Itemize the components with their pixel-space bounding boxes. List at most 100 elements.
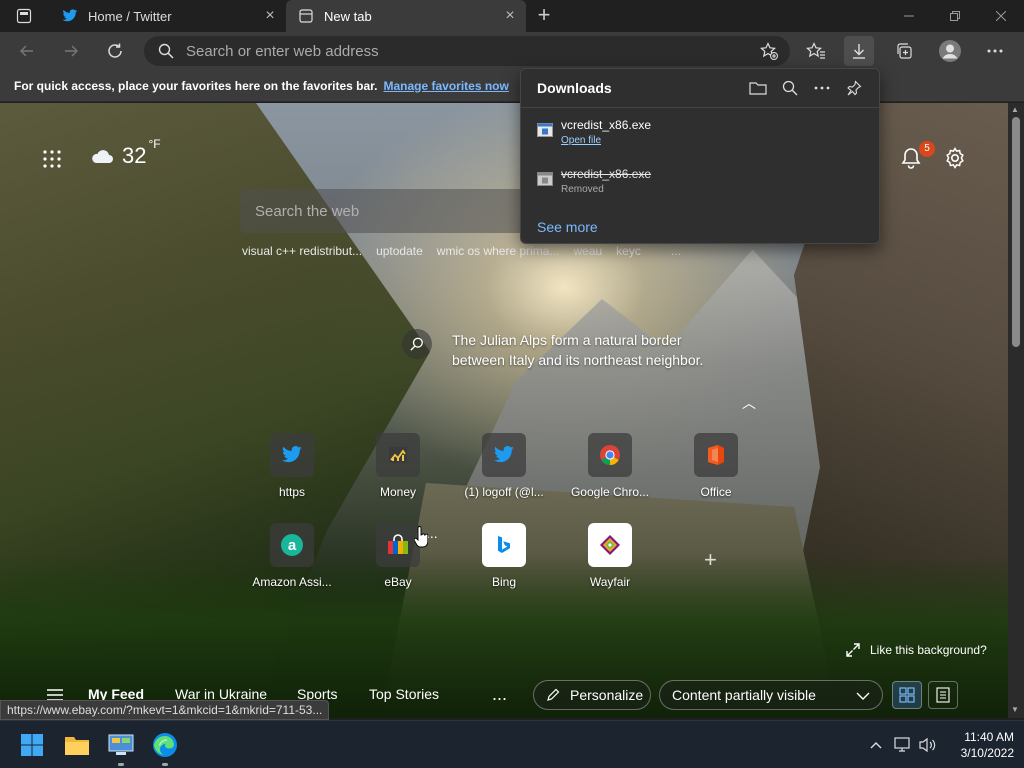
scroll-down-arrow-icon[interactable]: ▼ (1011, 705, 1019, 714)
app-launcher-button[interactable] (42, 149, 62, 169)
collections-button[interactable] (889, 36, 919, 66)
trending-item[interactable]: keyc (616, 244, 641, 258)
manage-favorites-link[interactable]: Manage favorites now (383, 79, 508, 93)
web-search-input[interactable] (255, 202, 515, 220)
download-filename: vcredist_x86.exe (561, 118, 652, 132)
grid-view-button[interactable] (892, 681, 922, 709)
volume-button[interactable] (918, 735, 938, 755)
close-tab-button[interactable]: × (262, 8, 278, 24)
background-caption[interactable]: The Julian Alps form a natural border be… (452, 330, 732, 370)
chevron-up-icon[interactable]: ︿ (742, 393, 756, 413)
quick-link-tile[interactable]: Wayfair (562, 523, 658, 589)
quick-link-tile[interactable]: Bing (456, 523, 552, 589)
web-search-box[interactable] (240, 189, 530, 233)
scrollbar-thumb[interactable] (1012, 117, 1020, 347)
twitter-icon (62, 8, 78, 24)
monitor-network-icon (894, 737, 910, 752)
control-panel-button[interactable] (107, 731, 135, 759)
refresh-button[interactable] (100, 36, 130, 66)
quick-link-tile[interactable]: Google Chro... (562, 433, 658, 499)
exe-file-icon (537, 123, 553, 137)
downloads-more-button[interactable] (811, 77, 833, 99)
page-settings-button[interactable] (944, 147, 966, 169)
feed-tab-top-stories[interactable]: Top Stories (369, 686, 439, 702)
search-downloads-button[interactable] (779, 77, 801, 99)
cloud-icon (92, 150, 113, 163)
exe-file-icon (537, 172, 553, 186)
download-item[interactable]: vcredist_x86.exe Removed (537, 167, 857, 203)
pin-downloads-button[interactable] (843, 77, 865, 99)
start-button[interactable] (18, 731, 46, 759)
tab-actions-button[interactable] (10, 6, 38, 26)
personalize-button[interactable]: Personalize (533, 680, 651, 710)
amazon-assistant-icon: a (270, 523, 314, 567)
tab-title: Home / Twitter (88, 8, 172, 24)
add-favorite-button[interactable] (760, 42, 778, 63)
list-view-button[interactable] (928, 681, 958, 709)
settings-more-button[interactable] (980, 36, 1010, 66)
see-more-downloads-link[interactable]: See more (537, 219, 598, 235)
trending-item[interactable]: visual c++ redistribut... (242, 244, 362, 258)
quick-link-tile[interactable]: (1) logoff (@l... (456, 433, 552, 499)
trending-item[interactable]: uptodate (376, 244, 423, 258)
quick-link-tile[interactable]: a Amazon Assi... (244, 523, 340, 589)
running-indicator (118, 763, 124, 766)
tile-label: (1) logoff (@l... (464, 485, 544, 499)
content-visibility-dropdown[interactable]: Content partially visible (659, 680, 883, 710)
file-explorer-button[interactable] (63, 731, 91, 759)
network-button[interactable] (893, 735, 913, 755)
scroll-up-arrow-icon[interactable]: ▲ (1011, 105, 1019, 114)
expand-icon (846, 643, 860, 657)
like-background-button[interactable]: Like this background? (846, 643, 987, 657)
personalize-label: Personalize (570, 687, 644, 703)
edge-taskbar-button[interactable] (151, 731, 179, 759)
list-view-icon (936, 687, 950, 703)
minimize-button[interactable] (886, 0, 932, 32)
quick-link-tile[interactable]: Money (350, 433, 446, 499)
show-hidden-icons-button[interactable] (866, 735, 886, 755)
close-tab-button[interactable]: × (502, 8, 518, 24)
close-window-button[interactable] (978, 0, 1024, 32)
gear-icon (946, 147, 964, 169)
browser-toolbar (0, 32, 1024, 70)
quick-link-tile[interactable]: Office (668, 433, 764, 499)
tab-new-tab[interactable]: New tab × (286, 0, 526, 32)
trending-item[interactable]: wmic os where prima... (437, 244, 560, 258)
running-indicator (162, 763, 168, 766)
search-icon (158, 43, 174, 59)
app-grid-icon (43, 150, 61, 168)
forward-button[interactable] (56, 36, 86, 66)
back-button[interactable] (12, 36, 42, 66)
tile-label: Office (700, 485, 732, 499)
address-bar[interactable] (144, 36, 790, 66)
taskbar-clock[interactable]: 11:40 AM 3/10/2022 (944, 729, 1014, 761)
download-item[interactable]: vcredist_x86.exe Open file (537, 118, 857, 154)
tile-label: Wayfair (589, 575, 631, 589)
download-icon (853, 44, 865, 59)
downloads-button[interactable] (844, 36, 874, 66)
avatar-icon (939, 40, 961, 62)
refresh-icon (108, 43, 122, 58)
profile-button[interactable] (935, 36, 965, 66)
add-quick-link-button[interactable]: + (704, 547, 717, 573)
address-input[interactable] (186, 42, 746, 60)
downloads-title: Downloads (537, 80, 612, 96)
control-panel-icon (108, 734, 134, 755)
open-file-link[interactable]: Open file (561, 135, 601, 146)
notifications-button[interactable]: 5 (900, 141, 935, 169)
trending-more-button[interactable]: ... (671, 244, 681, 258)
weather-widget[interactable]: 32 °F (90, 137, 161, 169)
page-scrollbar[interactable]: ▲ ▼ (1008, 103, 1024, 718)
new-tab-button[interactable]: + (533, 4, 555, 26)
tile-label: Google Chro... (570, 485, 650, 499)
download-filename: vcredist_x86.exe (561, 167, 652, 181)
trending-item[interactable]: weau (573, 244, 602, 258)
open-downloads-folder-button[interactable] (747, 77, 769, 99)
tab-twitter[interactable]: Home / Twitter × (50, 0, 286, 32)
feed-more-button[interactable]: ... (492, 684, 507, 705)
background-search-button[interactable] (402, 329, 432, 359)
quick-link-tile[interactable]: https (244, 433, 340, 499)
restore-button[interactable] (932, 0, 978, 32)
favorites-button[interactable] (801, 36, 831, 66)
download-status: Removed (561, 184, 604, 195)
